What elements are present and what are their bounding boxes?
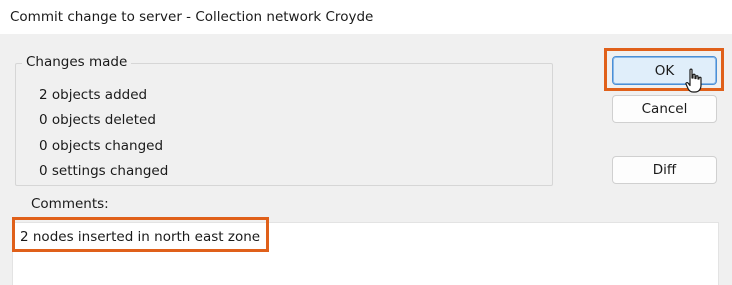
dialog-titlebar: Commit change to server - Collection net… <box>0 0 732 34</box>
comments-label: Comments: <box>31 196 109 212</box>
changes-made-label: Changes made <box>22 54 132 70</box>
objects-added-text: 2 objects added <box>39 87 148 103</box>
settings-changed-text: 0 settings changed <box>39 163 169 179</box>
diff-button[interactable]: Diff <box>612 156 717 184</box>
dialog-title: Commit change to server - Collection net… <box>10 9 374 25</box>
cancel-button[interactable]: Cancel <box>612 95 717 123</box>
hand-pointer-icon <box>685 68 702 93</box>
comments-text[interactable]: 2 nodes inserted in north east zone <box>20 229 260 245</box>
objects-deleted-text: 0 objects deleted <box>39 112 156 128</box>
objects-changed-text: 0 objects changed <box>39 138 164 154</box>
